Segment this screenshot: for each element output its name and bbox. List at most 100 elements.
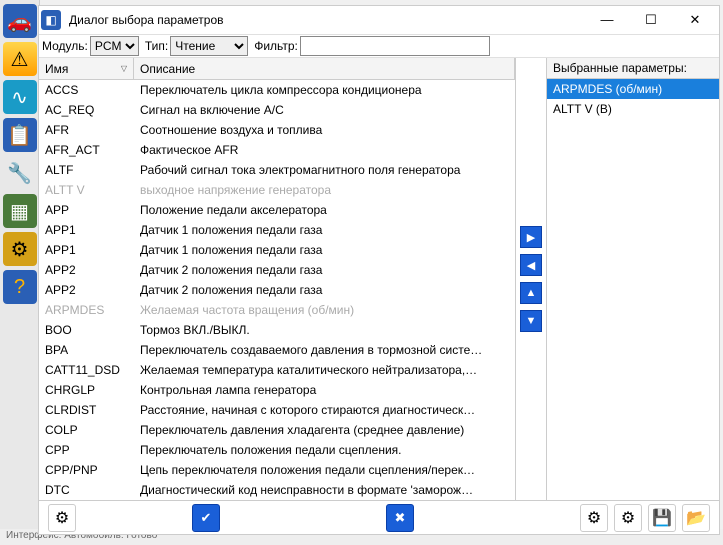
sidebar-list-icon[interactable]: 📋 [3,118,37,152]
row-desc: Переключатель давления хладагента (средн… [134,423,515,437]
selected-params-panel: Выбранные параметры: ARPMDES (об/мин)ALT… [546,58,719,500]
row-desc: Переключатель положения педали сцепления… [134,443,515,457]
minimize-button[interactable]: — [585,7,629,33]
table-row[interactable]: CATT11_DSDЖелаемая температура каталитич… [39,360,515,380]
sidebar-gear-icon[interactable]: ⚙ [3,232,37,266]
remove-button[interactable]: ◀ [520,254,542,276]
save-button[interactable]: 💾 [648,504,676,532]
row-name: BPA [39,343,134,357]
selected-title: Выбранные параметры: [547,58,719,79]
table-row[interactable]: APPПоложение педали акселератора [39,200,515,220]
row-name: BOO [39,323,134,337]
table-row[interactable]: ALTFРабочий сигнал тока электромагнитног… [39,160,515,180]
module-select[interactable]: PCM [90,36,139,56]
sidebar-wave-icon[interactable]: ∿ [3,80,37,114]
table-row[interactable]: APP1Датчик 1 положения педали газа [39,220,515,240]
table-row[interactable]: APP2Датчик 2 положения педали газа [39,260,515,280]
row-name: CPP [39,443,134,457]
table-row[interactable]: CHRGLPКонтрольная лампа генератора [39,380,515,400]
row-desc: Переключатель цикла компрессора кондицио… [134,83,515,97]
close-button[interactable]: ✕ [673,7,717,33]
open-button[interactable]: 📂 [682,504,710,532]
sidebar-car-icon[interactable]: 🚗 [3,4,37,38]
row-name: CLRDIST [39,403,134,417]
selected-items-container[interactable]: ARPMDES (об/мин)ALTT V (В) [547,79,719,500]
gear-icon: ⚙ [55,508,69,528]
row-desc: Желаемая частота вращения (об/мин) [134,303,515,317]
table-row[interactable]: ALTT Vвыходное напряжение генератора [39,180,515,200]
row-desc: Датчик 1 положения педали газа [134,243,515,257]
row-name: CHRGLP [39,383,134,397]
row-desc: Тормоз ВКЛ./ВЫКЛ. [134,323,515,337]
save-icon: 💾 [652,508,672,528]
row-desc: Расстояние, начиная с которого стираются… [134,403,515,417]
check-all-button[interactable]: ✔ [192,504,220,532]
transfer-buttons: ▶ ◀ ▲ ▼ [516,58,546,500]
table-row[interactable]: AFR_ACTФактическое AFR [39,140,515,160]
app-sidebar: 🚗 ⚠ ∿ 📋 🔧 ▦ ⚙ ? [0,0,40,545]
row-name: APP1 [39,243,134,257]
row-desc: Фактическое AFR [134,143,515,157]
table-row[interactable]: ARPMDESЖелаемая частота вращения (об/мин… [39,300,515,320]
settings-button[interactable]: ⚙ [48,504,76,532]
row-desc: Соотношение воздуха и топлива [134,123,515,137]
table-row[interactable]: AC_REQСигнал на включение A/C [39,100,515,120]
table-row[interactable]: AFRСоотношение воздуха и топлива [39,120,515,140]
table-row[interactable]: BOOТормоз ВКЛ./ВЫКЛ. [39,320,515,340]
table-row[interactable]: CLRDISTРасстояние, начиная с которого ст… [39,400,515,420]
table-row[interactable]: ACCSПереключатель цикла компрессора конд… [39,80,515,100]
sidebar-warning-icon[interactable]: ⚠ [3,42,37,76]
filter-label: Фильтр: [254,39,298,53]
move-down-button[interactable]: ▼ [520,310,542,332]
row-name: APP2 [39,283,134,297]
row-name: ACCS [39,83,134,97]
row-name: AFR [39,123,134,137]
x-icon: ✖ [395,510,406,526]
row-name: APP2 [39,263,134,277]
table-row[interactable]: COLPПереключатель давления хладагента (с… [39,420,515,440]
table-row[interactable]: APP1Датчик 1 положения педали газа [39,240,515,260]
table-row[interactable]: CPPПереключатель положения педали сцепле… [39,440,515,460]
row-desc: Датчик 2 положения педали газа [134,263,515,277]
row-desc: Рабочий сигнал тока электромагнитного по… [134,163,515,177]
type-select[interactable]: Чтение [170,36,248,56]
table-row[interactable]: APP2Датчик 2 положения педали газа [39,280,515,300]
filter-input[interactable] [300,36,490,56]
sidebar-help-icon[interactable]: ? [3,270,37,304]
table-row[interactable]: BPAПереключатель создаваемого давления в… [39,340,515,360]
available-params-panel: Имя ▽ Описание ACCSПереключатель цикла к… [39,58,516,500]
row-name: CATT11_DSD [39,363,134,377]
selected-settings2-button[interactable]: ⚙ [614,504,642,532]
rows-container[interactable]: ACCSПереключатель цикла компрессора конд… [39,80,515,500]
row-name: ALTF [39,163,134,177]
move-up-button[interactable]: ▲ [520,282,542,304]
footer: ⚙ ✔ ✖ ⚙ ⚙ 💾 📂 [39,500,719,534]
parameter-dialog: ◧ Диалог выбора параметров — ☐ ✕ Модуль:… [38,5,720,535]
table-header: Имя ▽ Описание [39,58,515,80]
clear-button[interactable]: ✖ [386,504,414,532]
sidebar-chip-icon[interactable]: ▦ [3,194,37,228]
column-name[interactable]: Имя ▽ [39,58,134,79]
row-name: APP1 [39,223,134,237]
window-title: Диалог выбора параметров [69,13,585,27]
table-row[interactable]: CPP/PNPЦепь переключателя положения педа… [39,460,515,480]
row-desc: Диагностический код неисправности в форм… [134,483,515,497]
titlebar: ◧ Диалог выбора параметров — ☐ ✕ [39,6,719,34]
gear-icon: ⚙ [621,508,635,528]
sidebar-tool-icon[interactable]: 🔧 [3,156,37,190]
row-name: DTC [39,483,134,497]
column-desc[interactable]: Описание [134,58,515,79]
row-desc: Датчик 2 положения педали газа [134,283,515,297]
selected-item[interactable]: ALTT V (В) [547,99,719,119]
table-row[interactable]: DTCДиагностический код неисправности в ф… [39,480,515,500]
selected-settings-button[interactable]: ⚙ [580,504,608,532]
add-button[interactable]: ▶ [520,226,542,248]
check-icon: ✔ [201,510,212,526]
maximize-button[interactable]: ☐ [629,7,673,33]
module-label: Модуль: [42,39,88,53]
row-name: APP [39,203,134,217]
row-name: ARPMDES [39,303,134,317]
row-desc: Датчик 1 положения педали газа [134,223,515,237]
toolbar: Модуль: PCM Тип: Чтение Фильтр: [39,34,719,58]
selected-item[interactable]: ARPMDES (об/мин) [547,79,719,99]
